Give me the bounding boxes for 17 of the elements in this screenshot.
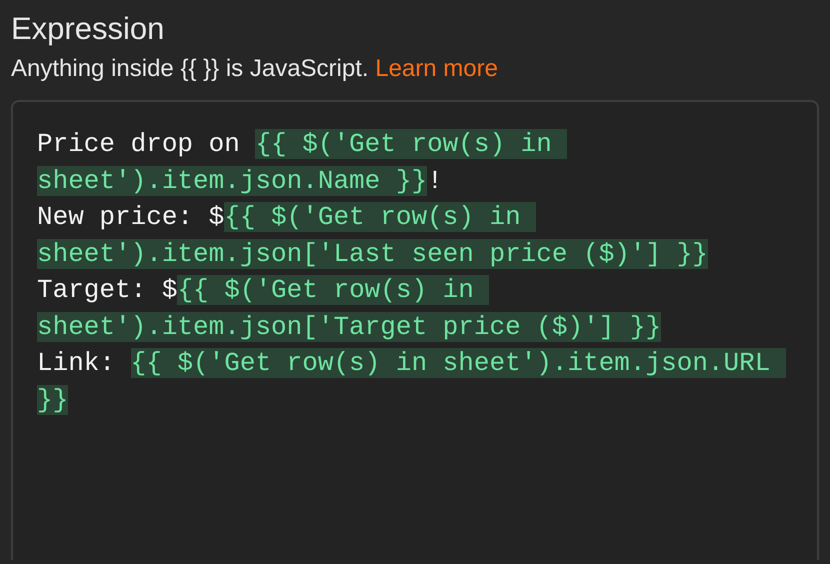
expression-editor[interactable] <box>11 100 819 560</box>
hint-text: Anything inside {{ }} is JavaScript. Learn more <box>11 54 499 84</box>
expression-text: {{ $('Get row(s) in <box>224 202 536 232</box>
panel-title: Expression <box>11 10 166 48</box>
expression-text: }} <box>37 384 68 414</box>
code-text: Price drop on <box>37 129 241 159</box>
expression-text: {{ $('Get row(s) in sheet').item.json.URL <box>130 348 786 378</box>
code-text: ! <box>427 166 443 196</box>
code-text: Link: <box>37 348 116 378</box>
expression-text: {{ $('Get row(s) in <box>255 129 568 159</box>
learn-more-link[interactable]: Learn more <box>375 55 498 82</box>
code-text: New price: $ <box>37 202 224 232</box>
expression-text: sheet').item.json.Name }} <box>37 166 428 196</box>
expression-text: sheet').item.json['Target price ($)'] }} <box>37 312 662 342</box>
code-text: Target: $ <box>37 275 178 305</box>
expression-text: {{ $('Get row(s) in <box>177 275 490 305</box>
expression-text: sheet').item.json['Last seen price ($)'] }} <box>37 238 708 268</box>
